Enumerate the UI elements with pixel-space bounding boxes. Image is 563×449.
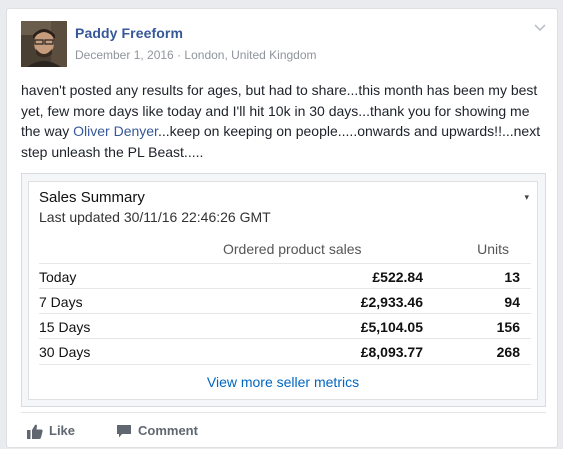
last-updated-text: Last updated 30/11/16 22:46:26 GMT bbox=[39, 209, 271, 225]
caret-icon: ▾ bbox=[524, 192, 529, 202]
sales-summary-card: Sales Summary Last updated 30/11/16 22:4… bbox=[28, 181, 538, 400]
mention-link[interactable]: Oliver Denyer bbox=[73, 123, 158, 139]
row-period: 7 Days bbox=[39, 294, 83, 310]
row-period: 15 Days bbox=[39, 319, 91, 335]
table-row: Today £522.84 13 bbox=[39, 263, 531, 289]
like-label: Like bbox=[49, 423, 76, 438]
attached-image[interactable]: Sales Summary Last updated 30/11/16 22:4… bbox=[21, 173, 546, 407]
thumbs-up-icon bbox=[27, 424, 43, 439]
view-more-seller-metrics-link: View more seller metrics bbox=[206, 374, 360, 390]
table-row: 15 Days £5,104.05 156 bbox=[39, 313, 531, 339]
table-row: 7 Days £2,933.46 94 bbox=[39, 288, 531, 314]
author-name[interactable]: Paddy Freeform bbox=[75, 25, 183, 41]
post-meta: December 1, 2016 · London, United Kingdo… bbox=[75, 48, 317, 62]
post-actions: Like Comment bbox=[21, 412, 546, 449]
header-units: Units bbox=[477, 241, 509, 257]
row-units: 268 bbox=[496, 344, 520, 360]
post-location[interactable]: London, United Kingdom bbox=[184, 48, 316, 62]
chevron-down-icon[interactable] bbox=[533, 23, 547, 33]
meta-separator: · bbox=[177, 48, 182, 62]
row-units: 13 bbox=[504, 269, 520, 285]
post-text: haven't posted any results for ages, but… bbox=[21, 80, 541, 162]
post-date[interactable]: December 1, 2016 bbox=[75, 48, 174, 62]
row-units: 94 bbox=[504, 294, 520, 310]
row-sales: £5,104.05 bbox=[360, 319, 423, 335]
row-sales: £522.84 bbox=[372, 269, 423, 285]
row-units: 156 bbox=[496, 319, 520, 335]
table-row: 30 Days £8,093.77 268 bbox=[39, 338, 531, 365]
row-sales: £8,093.77 bbox=[360, 344, 423, 360]
avatar-photo bbox=[21, 21, 67, 67]
comment-bubble-icon bbox=[117, 425, 131, 438]
row-period: 30 Days bbox=[39, 344, 91, 360]
post-card: Paddy Freeform December 1, 2016 · London… bbox=[6, 8, 558, 448]
row-period: Today bbox=[39, 269, 77, 285]
header-ordered-product-sales: Ordered product sales bbox=[223, 241, 362, 257]
comment-label: Comment bbox=[138, 423, 198, 438]
row-sales: £2,933.46 bbox=[360, 294, 423, 310]
sales-summary-title: Sales Summary bbox=[39, 189, 145, 206]
avatar[interactable] bbox=[21, 21, 67, 67]
